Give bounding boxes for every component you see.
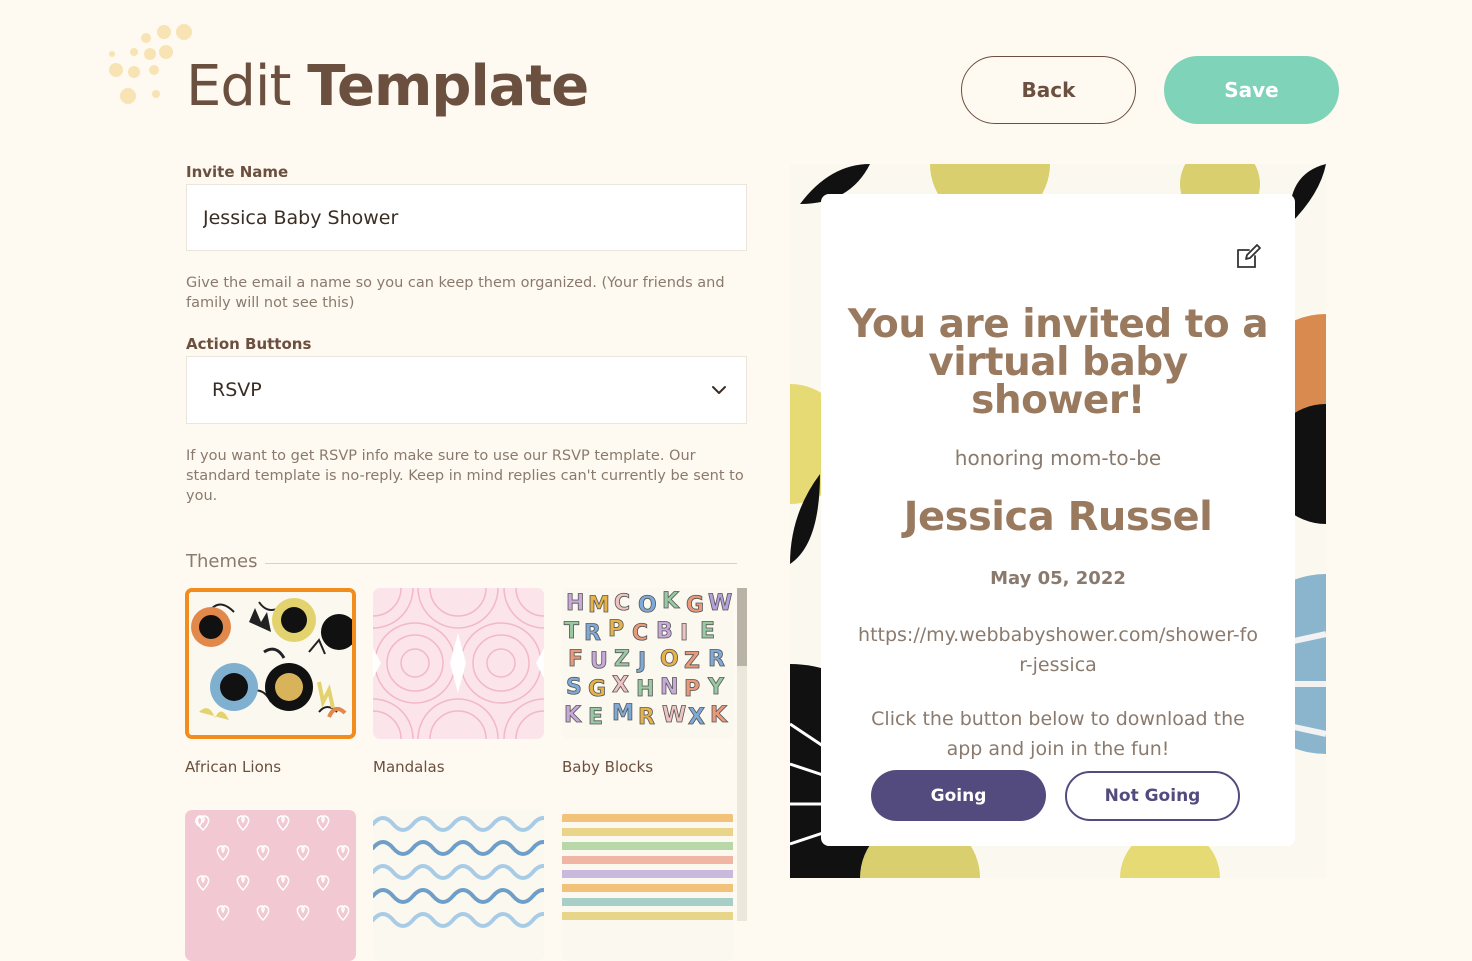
- themes-scrollbar-thumb[interactable]: [737, 588, 747, 666]
- theme-name-mandalas: Mandalas: [373, 758, 445, 776]
- svg-text:K: K: [710, 703, 728, 728]
- hearts-thumbnail: [185, 810, 356, 961]
- event-date: May 05, 2022: [990, 568, 1126, 589]
- svg-text:C: C: [614, 591, 630, 616]
- svg-text:H: H: [636, 677, 654, 702]
- svg-text:B: B: [656, 619, 673, 644]
- svg-text:K: K: [662, 589, 680, 614]
- action-buttons-value: RSVP: [212, 379, 262, 401]
- back-button[interactable]: Back: [961, 56, 1136, 124]
- svg-text:W: W: [708, 591, 732, 616]
- honoree-name: Jessica Russel: [903, 494, 1213, 540]
- action-buttons-help: If you want to get RSVP info make sure t…: [186, 448, 744, 504]
- svg-text:E: E: [588, 705, 603, 730]
- svg-text:N: N: [660, 675, 678, 700]
- action-buttons-select[interactable]: RSVP: [186, 356, 747, 424]
- event-url: https://my.webbabyshower.com/shower-for-…: [858, 624, 1258, 676]
- theme-card-stripes[interactable]: [562, 810, 733, 961]
- svg-text:S: S: [566, 675, 582, 700]
- svg-text:U: U: [590, 649, 608, 674]
- svg-text:W: W: [662, 703, 686, 728]
- invite-name-help: Give the email a name so you can keep th…: [186, 275, 725, 311]
- svg-text:T: T: [564, 619, 579, 644]
- stripes-thumbnail: [562, 810, 733, 961]
- svg-text:M: M: [588, 593, 610, 618]
- svg-text:J: J: [636, 649, 646, 674]
- page-title-light: Edit: [186, 54, 291, 119]
- svg-text:X: X: [688, 705, 705, 730]
- svg-text:G: G: [686, 593, 704, 618]
- svg-text:H: H: [566, 591, 584, 616]
- invitation-preview: You are invited to a virtual baby shower…: [790, 164, 1326, 878]
- svg-text:E: E: [700, 619, 715, 644]
- svg-text:C: C: [632, 621, 648, 646]
- theme-card-african-lions[interactable]: [185, 588, 356, 739]
- svg-text:I: I: [680, 621, 688, 646]
- svg-text:R: R: [638, 705, 655, 730]
- page-title: Edit Template: [186, 52, 589, 122]
- chevron-down-icon: [712, 386, 726, 394]
- save-button[interactable]: Save: [1164, 56, 1339, 124]
- going-button[interactable]: Going: [871, 770, 1046, 821]
- african-lions-thumbnail: [189, 592, 352, 735]
- theme-name-baby-blocks: Baby Blocks: [562, 758, 654, 776]
- action-buttons-label: Action Buttons: [186, 335, 312, 353]
- svg-text:M: M: [612, 701, 634, 726]
- svg-text:R: R: [584, 621, 601, 646]
- svg-text:P: P: [684, 677, 700, 702]
- theme-card-waves[interactable]: [373, 810, 544, 961]
- svg-text:G: G: [588, 677, 606, 702]
- svg-text:Z: Z: [684, 649, 700, 674]
- invite-name-input[interactable]: [186, 184, 747, 251]
- dots-decoration-icon: [109, 24, 192, 104]
- invitation-heading: You are invited to a virtual baby shower…: [847, 302, 1269, 423]
- themes-label: Themes: [186, 551, 258, 572]
- svg-text:O: O: [638, 593, 657, 618]
- edit-icon[interactable]: [1235, 244, 1261, 270]
- svg-text:X: X: [612, 673, 629, 698]
- mandalas-thumbnail: [373, 588, 544, 739]
- waves-thumbnail: [373, 810, 544, 961]
- invitation-card: You are invited to a virtual baby shower…: [821, 194, 1295, 846]
- svg-text:P: P: [608, 617, 624, 642]
- not-going-button[interactable]: Not Going: [1065, 771, 1240, 821]
- svg-text:F: F: [568, 647, 583, 672]
- theme-name-african-lions: African Lions: [185, 758, 282, 776]
- svg-text:K: K: [564, 703, 582, 728]
- invite-name-label: Invite Name: [186, 163, 289, 181]
- honoring-text: honoring mom-to-be: [954, 446, 1162, 470]
- svg-text:Y: Y: [707, 675, 725, 700]
- themes-scrollbar[interactable]: [737, 588, 747, 921]
- theme-card-mandalas[interactable]: [373, 588, 544, 739]
- svg-text:Z: Z: [614, 647, 630, 672]
- svg-text:R: R: [708, 647, 725, 672]
- page-title-bold: Template: [307, 54, 589, 119]
- baby-blocks-thumbnail: HMCOKGW TRPCBIE FUZJOZR SGXHNPY KEMRWXK: [562, 588, 733, 739]
- themes-divider: [265, 563, 737, 564]
- theme-card-baby-blocks[interactable]: HMCOKGW TRPCBIE FUZJOZR SGXHNPY KEMRWXK: [562, 588, 733, 739]
- cta-text: Click the button below to download the a…: [871, 708, 1245, 760]
- theme-card-hearts[interactable]: [185, 810, 356, 961]
- svg-text:O: O: [660, 647, 679, 672]
